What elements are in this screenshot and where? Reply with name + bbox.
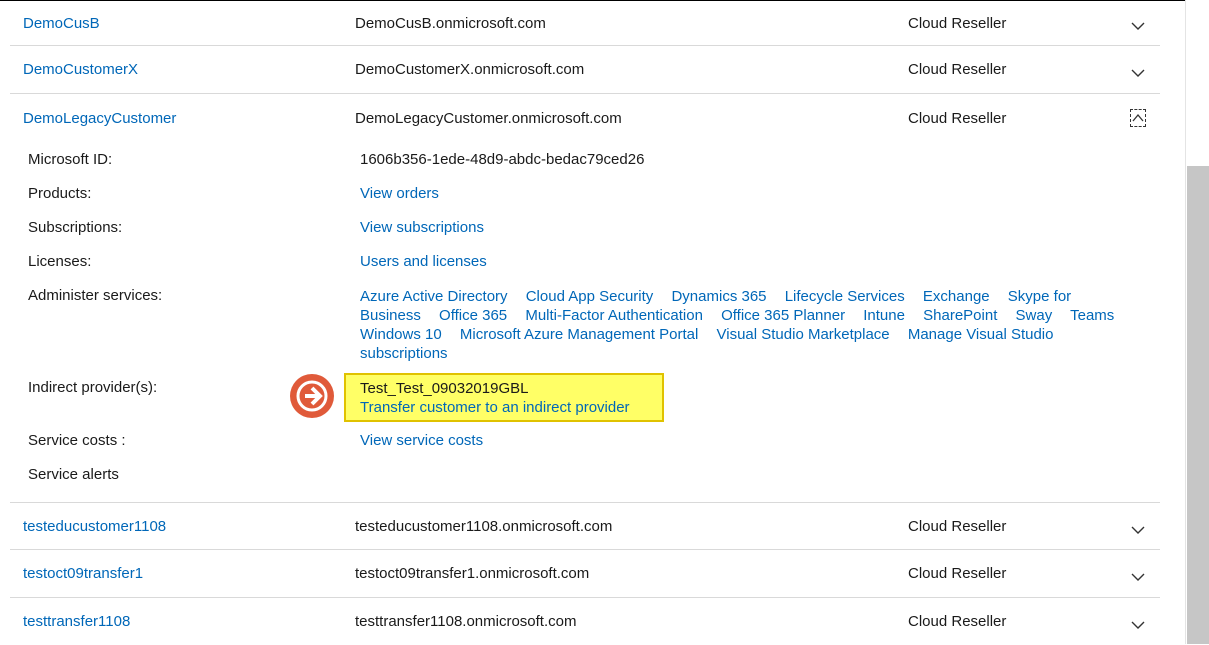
customer-row-demolegacycustomer[interactable]: DemoLegacyCustomer DemoLegacyCustomer.on… [10, 95, 1160, 141]
arrow-right-icon [290, 374, 334, 418]
service-link-vs-marketplace[interactable]: Visual Studio Marketplace [717, 326, 890, 343]
customer-relationship: Cloud Reseller [908, 110, 1007, 127]
licenses-label: Licenses: [28, 253, 92, 270]
customer-row-testeducustomer1108[interactable]: testeducustomer1108 testeducustomer1108.… [10, 504, 1160, 550]
subscriptions-label: Subscriptions: [28, 219, 123, 236]
service-link-intune[interactable]: Intune [863, 307, 905, 324]
customer-name-link[interactable]: DemoCusB [23, 15, 100, 32]
row-separator [10, 502, 1160, 503]
customer-domain: testeducustomer1108.onmicrosoft.com [355, 518, 613, 535]
chevron-up-icon [1132, 113, 1144, 122]
customer-domain: DemoCustomerX.onmicrosoft.com [355, 61, 585, 78]
service-link-sharepoint[interactable]: SharePoint [923, 307, 997, 324]
customer-relationship: Cloud Reseller [908, 61, 1007, 78]
view-subscriptions-link[interactable]: View subscriptions [360, 219, 484, 236]
customer-name-link[interactable]: testtransfer1108 [23, 613, 130, 630]
customer-domain: testoct09transfer1.onmicrosoft.com [355, 565, 590, 582]
service-link-azure-ad[interactable]: Azure Active Directory [360, 288, 508, 305]
view-orders-link[interactable]: View orders [360, 185, 439, 202]
row-separator [10, 93, 1160, 94]
microsoft-id-value: 1606b356-1ede-48d9-abdc-bedac79ced26 [360, 151, 645, 168]
microsoft-id-label: Microsoft ID: [28, 151, 113, 168]
users-and-licenses-link[interactable]: Users and licenses [360, 253, 487, 270]
service-link-windows-10[interactable]: Windows 10 [360, 326, 442, 343]
service-link-teams[interactable]: Teams [1070, 307, 1114, 324]
service-link-dynamics-365[interactable]: Dynamics 365 [671, 288, 766, 305]
service-alerts-label: Service alerts [28, 466, 119, 483]
service-link-lifecycle-services[interactable]: Lifecycle Services [785, 288, 905, 305]
service-link-sway[interactable]: Sway [1016, 307, 1053, 324]
customer-row-testtransfer1108[interactable]: testtransfer1108 testtransfer1108.onmicr… [10, 599, 1160, 645]
customer-domain: testtransfer1108.onmicrosoft.com [355, 613, 577, 630]
customer-relationship: Cloud Reseller [908, 518, 1007, 535]
service-link-office-365[interactable]: Office 365 [439, 307, 507, 324]
chevron-down-icon[interactable] [1130, 18, 1146, 34]
services-list: Azure Active Directory Cloud App Securit… [360, 287, 1140, 363]
customer-row-democustomerx[interactable]: DemoCustomerX DemoCustomerX.onmicrosoft.… [10, 47, 1160, 93]
customer-row-democusb[interactable]: DemoCusB DemoCusB.onmicrosoft.com Cloud … [10, 0, 1160, 46]
row-separator [10, 549, 1160, 550]
indirect-provider-label: Indirect provider(s): [28, 379, 158, 396]
customer-domain: DemoCusB.onmicrosoft.com [355, 15, 546, 32]
view-service-costs-link[interactable]: View service costs [360, 432, 483, 449]
indirect-provider-callout: Test_Test_09032019GBL Transfer customer … [344, 373, 664, 422]
row-separator [10, 597, 1160, 598]
customer-name-link[interactable]: testoct09transfer1 [23, 565, 143, 582]
customer-relationship: Cloud Reseller [908, 565, 1007, 582]
chevron-down-icon[interactable] [1130, 569, 1146, 585]
customer-name-link[interactable]: DemoLegacyCustomer [23, 110, 176, 127]
transfer-customer-link[interactable]: Transfer customer to an indirect provide… [360, 399, 630, 416]
service-costs-label: Service costs : [28, 432, 126, 449]
administer-services-label: Administer services: [28, 287, 163, 304]
chevron-down-icon[interactable] [1130, 522, 1146, 538]
customer-domain: DemoLegacyCustomer.onmicrosoft.com [355, 110, 622, 127]
scrollbar-thumb[interactable] [1187, 166, 1209, 644]
service-link-exchange[interactable]: Exchange [923, 288, 990, 305]
chevron-down-icon[interactable] [1130, 617, 1146, 633]
service-link-mfa[interactable]: Multi-Factor Authentication [525, 307, 703, 324]
row-separator [10, 45, 1160, 46]
products-label: Products: [28, 185, 92, 202]
customer-relationship: Cloud Reseller [908, 613, 1007, 630]
customer-relationship: Cloud Reseller [908, 15, 1007, 32]
collapse-button[interactable] [1130, 109, 1146, 127]
service-link-azure-portal[interactable]: Microsoft Azure Management Portal [460, 326, 698, 343]
customer-name-link[interactable]: testeducustomer1108 [23, 518, 166, 535]
customer-row-testoct09transfer1[interactable]: testoct09transfer1 testoct09transfer1.on… [10, 551, 1160, 597]
service-link-office-365-planner[interactable]: Office 365 Planner [721, 307, 845, 324]
service-link-cloud-app-security[interactable]: Cloud App Security [526, 288, 654, 305]
chevron-down-icon[interactable] [1130, 65, 1146, 81]
customer-name-link[interactable]: DemoCustomerX [23, 61, 138, 78]
indirect-provider-name: Test_Test_09032019GBL [360, 380, 529, 397]
